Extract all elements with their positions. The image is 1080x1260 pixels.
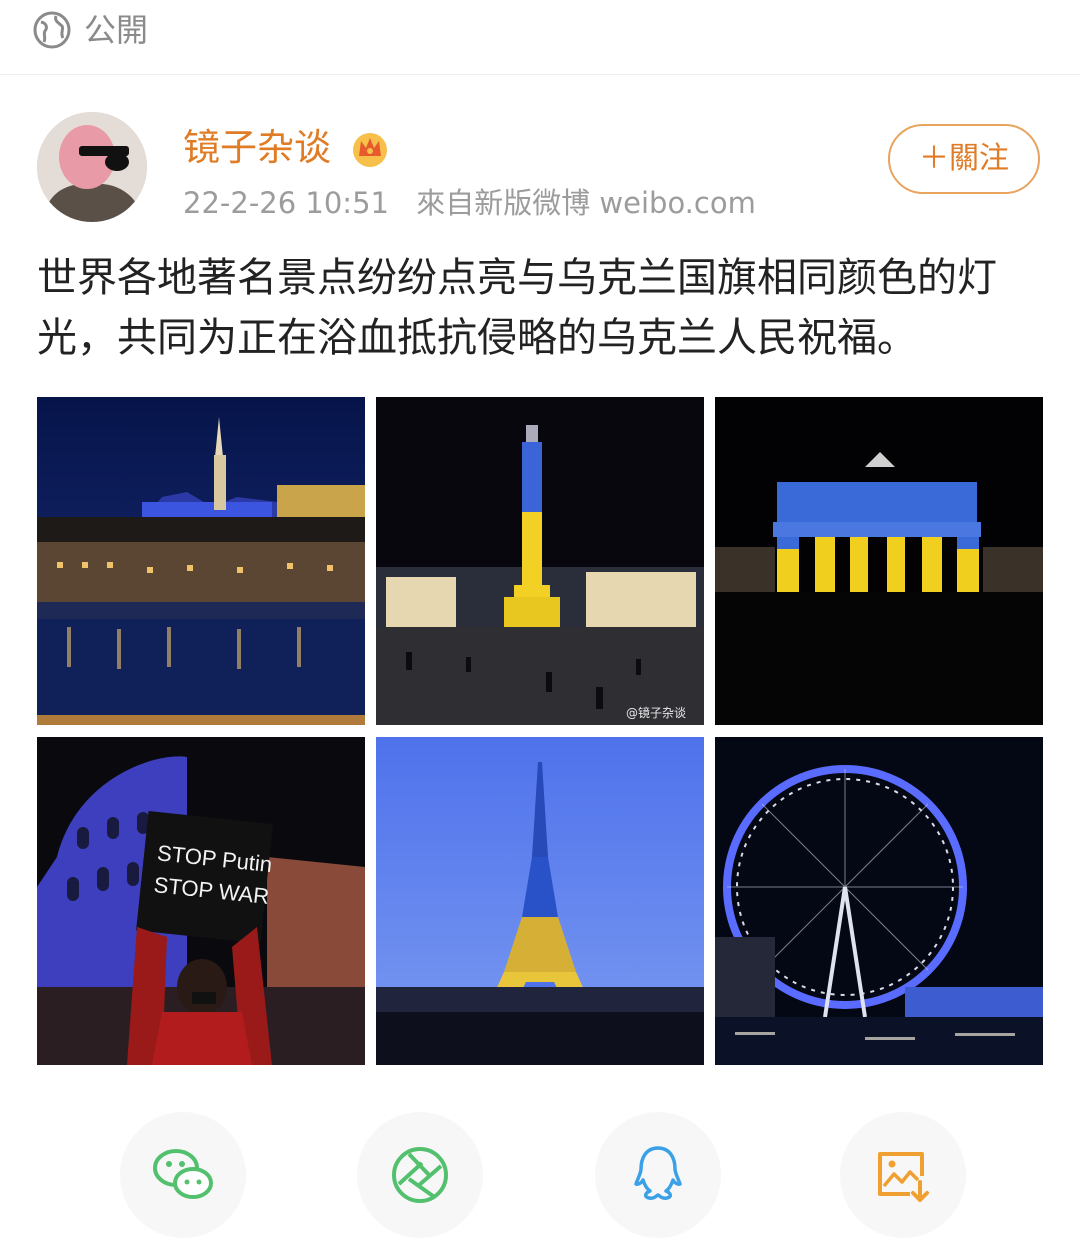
share-moments-button[interactable] bbox=[357, 1112, 483, 1238]
post-meta: 22-2-26 10:51 來自新版微博 weibo.com bbox=[183, 183, 756, 223]
share-wechat-button[interactable] bbox=[120, 1112, 246, 1238]
save-image-icon bbox=[878, 1152, 929, 1202]
image-watermark: @镜子杂谈 bbox=[626, 705, 686, 720]
author-name[interactable]: 镜子杂谈 bbox=[183, 124, 331, 172]
brandenburg-gate-photo[interactable] bbox=[715, 397, 1043, 725]
london-eye-image bbox=[715, 737, 1043, 1065]
qq-icon bbox=[634, 1146, 682, 1200]
colosseum-protest-image: STOP Putin STOP WAR bbox=[37, 737, 365, 1065]
visibility-label: 公開 bbox=[84, 11, 149, 49]
moments-icon bbox=[392, 1147, 448, 1203]
avatar-image bbox=[37, 112, 147, 222]
brandenburg-gate-image bbox=[715, 397, 1043, 725]
nelson-column-photo[interactable]: @镜子杂谈 bbox=[376, 397, 704, 725]
nelson-column-image: @镜子杂谈 bbox=[376, 397, 704, 725]
globe-icon bbox=[33, 11, 71, 49]
budapest-castle-image bbox=[37, 397, 365, 725]
crown-icon bbox=[353, 133, 387, 167]
post-text: 世界各地著名景点纷纷点亮与乌克兰国旗相同颜色的灯光，共同为正在浴血抵抗侵略的乌克… bbox=[37, 255, 997, 361]
weibo-post-page: 公開 镜子杂谈 22-2-26 10:51 來自新版微博 weibo.com ＋… bbox=[0, 0, 1080, 1260]
post-source[interactable]: 來自新版微博 weibo.com bbox=[416, 186, 756, 220]
avatar[interactable] bbox=[37, 112, 147, 222]
colosseum-protest-photo[interactable]: STOP Putin STOP WAR bbox=[37, 737, 365, 1065]
post-time: 22-2-26 10:51 bbox=[183, 186, 389, 220]
visibility-bar: 公開 bbox=[0, 0, 1080, 75]
share-qq-button[interactable] bbox=[595, 1112, 721, 1238]
eiffel-tower-photo[interactable] bbox=[376, 737, 704, 1065]
london-eye-photo[interactable] bbox=[715, 737, 1043, 1065]
budapest-castle-photo[interactable] bbox=[37, 397, 365, 725]
wechat-icon bbox=[153, 1149, 213, 1199]
follow-button[interactable]: ＋關注 bbox=[888, 124, 1040, 194]
eiffel-tower-image bbox=[376, 737, 704, 1065]
save-image-button[interactable] bbox=[840, 1112, 966, 1238]
